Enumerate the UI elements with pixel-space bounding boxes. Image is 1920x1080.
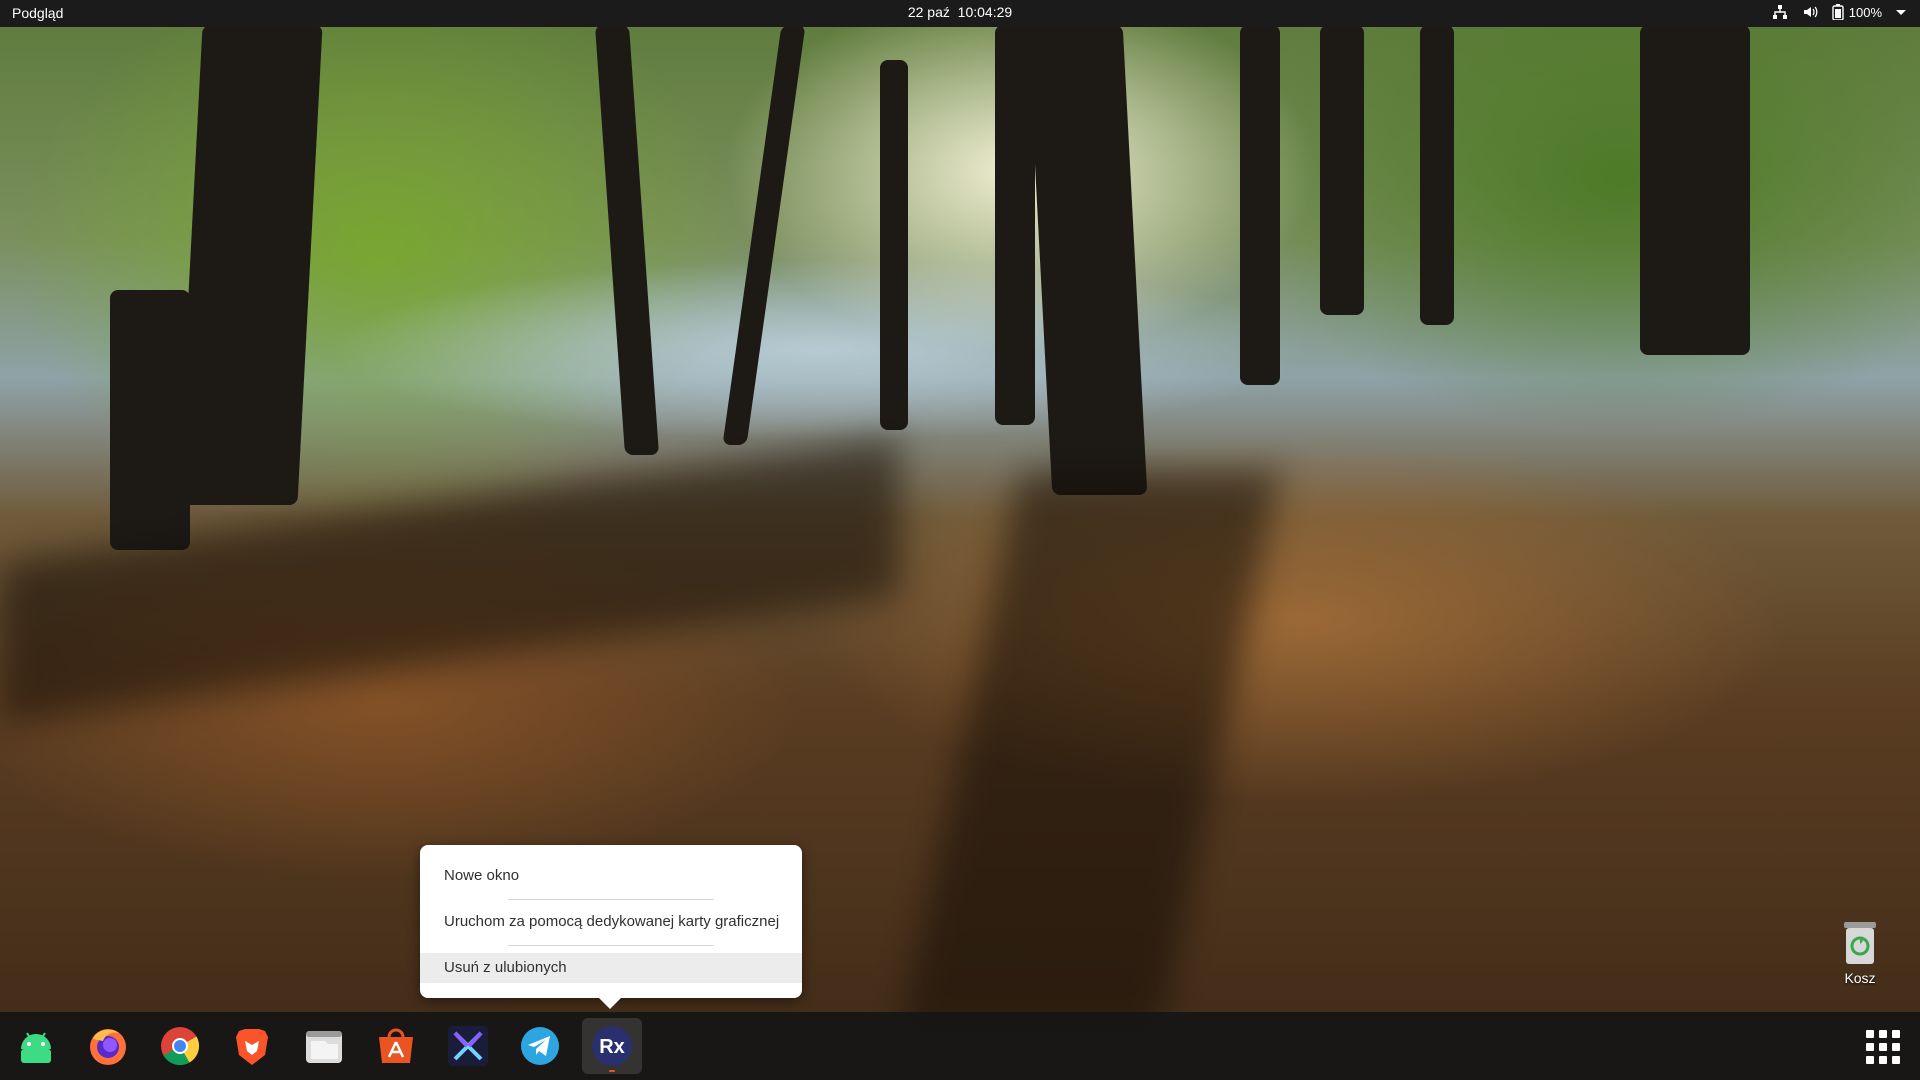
system-tray[interactable]: 100% xyxy=(1772,4,1906,20)
system-menu-chevron-icon xyxy=(1896,8,1906,16)
menu-item-new-window[interactable]: Nowe okno xyxy=(420,861,802,891)
dock-item-chrome[interactable] xyxy=(150,1018,210,1074)
desktop-wallpaper xyxy=(0,0,1920,1080)
dock-item-rx-app[interactable]: Rx xyxy=(582,1018,642,1074)
menu-pointer-arrow xyxy=(598,997,622,1009)
clock-time: 10:04:29 xyxy=(957,4,1013,20)
chrome-icon xyxy=(161,1027,200,1066)
brave-icon xyxy=(236,1029,268,1065)
battery-percent: 100% xyxy=(1848,4,1882,20)
android-studio-icon xyxy=(21,1032,51,1063)
desktop-trash[interactable]: Kosz xyxy=(1834,920,1886,986)
firefox-icon xyxy=(90,1029,126,1065)
menu-item-remove-from-favorites[interactable]: Usuń z ulubionych xyxy=(420,953,802,983)
software-center-icon xyxy=(379,1028,413,1063)
trash-label: Kosz xyxy=(1844,970,1876,986)
dock-context-menu: Nowe okno Uruchom za pomocą dedykowanej … xyxy=(420,845,802,998)
running-indicator xyxy=(609,1070,615,1072)
menu-separator xyxy=(508,945,714,946)
top-bar: Podgląd 22 paź 10:04:29 100% xyxy=(0,0,1920,27)
dock-item-exodus[interactable] xyxy=(438,1018,498,1074)
files-icon xyxy=(306,1031,342,1063)
desktop-screen: Podgląd 22 paź 10:04:29 100% Kosz Nowe o… xyxy=(0,0,1920,1080)
clock-button[interactable]: 22 paź 10:04:29 xyxy=(908,4,1012,20)
menu-separator xyxy=(508,899,714,900)
exodus-icon xyxy=(448,1026,488,1066)
activities-button[interactable]: Podgląd xyxy=(12,5,63,21)
rx-app-icon: Rx xyxy=(592,1026,632,1066)
volume-icon xyxy=(1802,4,1818,20)
battery-icon xyxy=(1832,4,1844,20)
telegram-icon xyxy=(521,1027,559,1065)
trash-icon xyxy=(1842,920,1878,966)
app-grid-icon[interactable] xyxy=(1866,1030,1900,1064)
dock-item-telegram[interactable] xyxy=(510,1018,570,1074)
dock-item-software-center[interactable] xyxy=(366,1018,426,1074)
dock: Rx xyxy=(0,1012,1920,1080)
network-icon xyxy=(1772,4,1788,20)
dock-item-brave[interactable] xyxy=(222,1018,282,1074)
menu-item-launch-dedicated-gpu[interactable]: Uruchom za pomocą dedykowanej karty graf… xyxy=(420,907,802,937)
dock-item-files[interactable] xyxy=(294,1018,354,1074)
battery-indicator: 100% xyxy=(1832,4,1882,20)
clock-date: 22 paź xyxy=(907,4,950,20)
dock-item-firefox[interactable] xyxy=(78,1018,138,1074)
svg-text:Rx: Rx xyxy=(599,1036,625,1058)
clock: 22 paź 10:04:29 xyxy=(0,4,1920,20)
dock-item-android-studio[interactable] xyxy=(6,1018,66,1074)
